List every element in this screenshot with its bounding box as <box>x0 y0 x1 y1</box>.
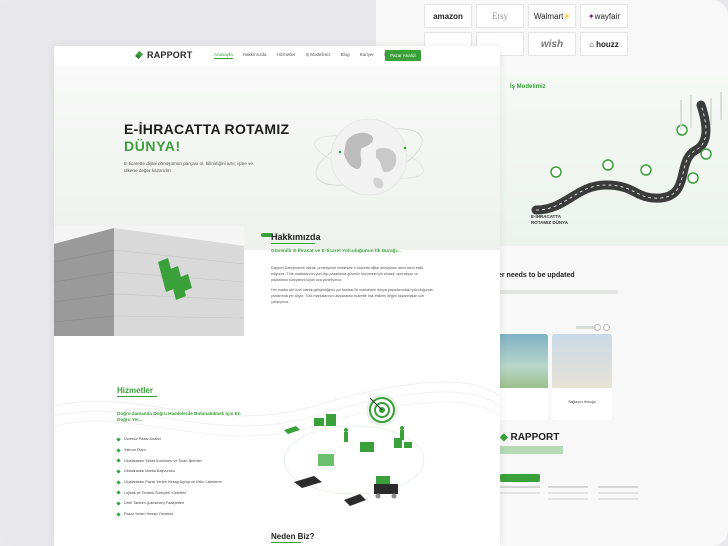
about-title-underline <box>271 243 315 244</box>
services-subtitle: Doğru Zamanda Doğru Hamlelerde Bulunabil… <box>117 411 241 423</box>
service-item[interactable]: Uluslararası Pazar Yerleri Hesap Açılışı… <box>116 477 277 488</box>
logo-text: RAPPORT <box>147 50 193 60</box>
update-notice-title: er needs to be updated <box>498 272 575 279</box>
marketplace-logo-wish: wish <box>528 32 576 56</box>
diamond-bullet-icon <box>116 490 121 495</box>
hero-title-highlight: DÜNYA! <box>124 138 181 154</box>
service-item[interactable]: Yatırım Planı <box>116 445 277 456</box>
blog-card[interactable]: Sağlayıcı Hukuğu <box>552 334 612 420</box>
service-item[interactable]: Lojistik ve Tedarik Süreçleri Yönetimi <box>116 487 277 498</box>
services-title-underline <box>117 396 157 397</box>
why-us-title-underline <box>271 542 301 543</box>
diamond-bullet-icon <box>116 469 121 474</box>
about-description: Rapport Danışmanlık olarak, profesyonel … <box>271 266 433 311</box>
about-title: Hakkımızda <box>271 232 321 242</box>
rapport-logo-icon: ◆ <box>500 432 508 443</box>
blog-section-tag <box>576 326 596 329</box>
top-navigation: RAPPORT Anasayfa Hakkımızda Hizmetler İş… <box>54 46 500 66</box>
blog-card-caption: Sağlayıcı Hukuğu <box>568 400 596 404</box>
update-notice-text <box>498 290 618 294</box>
diamond-bullet-icon <box>116 447 121 453</box>
blog-card-image <box>552 334 612 388</box>
market-analysis-button[interactable]: Pazar Analizi <box>385 50 421 61</box>
services-list: Ücretsiz Pazar Analizi Yatırım Planı Ulu… <box>116 434 277 520</box>
marketplace-logo-houzz: ⌂ houzz <box>580 32 628 56</box>
footer-column <box>548 486 588 500</box>
screenshot-canvas: amazon Etsy Walmart ✳ ✦ wayfair wish ⌂ houz… <box>0 0 728 546</box>
diamond-bullet-icon <box>116 512 121 517</box>
front-page-preview: RAPPORT Anasayfa Hakkımızda Hizmetler İş… <box>54 46 500 546</box>
site-logo[interactable]: RAPPORT <box>134 50 192 60</box>
nav-item-home[interactable]: Anasayfa <box>214 52 233 59</box>
nav-item-business-model[interactable]: İş Modelimiz <box>306 52 331 59</box>
service-item[interactable]: Uluslararası Şirket Kurulumu ve Ticari İ… <box>116 455 277 466</box>
houzz-mark-icon: ⌂ <box>589 39 595 49</box>
marketplace-logo-amazon: amazon <box>424 4 472 28</box>
about-subtitle: Güvenilir E-İhracat ve E-ticaret Yolculu… <box>271 249 401 254</box>
nav-item-about[interactable]: Hakkımızda <box>243 52 267 59</box>
footer-column <box>500 486 540 494</box>
footer-logo: ◆ RAPPORT <box>500 432 560 443</box>
about-paragraph: Rapport Danışmanlık olarak, profesyonel … <box>271 266 424 282</box>
rapport-logo-icon <box>135 51 143 59</box>
footer-tagline <box>500 446 590 454</box>
carousel-next-button[interactable] <box>603 324 610 331</box>
service-item[interactable]: Ürün Tanıtım (Lansman) Faaliyetleri <box>116 498 277 509</box>
marketplace-logo-walmart: Walmart ✳ <box>528 4 576 28</box>
about-paragraph: Her marka için özel olarak geliştirdiğim… <box>271 288 433 304</box>
globe-illustration <box>314 118 424 196</box>
diamond-bullet-icon <box>116 458 121 463</box>
nav-item-blog[interactable]: Blog <box>341 52 350 59</box>
footer-column <box>598 486 638 500</box>
diamond-bullet-icon <box>116 437 121 442</box>
main-menu: Anasayfa Hakkımızda Hizmetler İş Modelim… <box>214 52 408 59</box>
diamond-bullet-icon <box>116 479 121 485</box>
footer-cta-button[interactable] <box>500 474 540 482</box>
hero-section: E-İHRACATTA ROTAMIZ DÜNYA! E-ticarette d… <box>54 66 500 250</box>
service-item[interactable]: Ücretsiz Pazar Analizi <box>116 434 277 445</box>
service-item[interactable]: Pazar Yerleri Hesap Yönetimi <box>116 509 277 520</box>
carousel-prev-button[interactable] <box>594 324 601 331</box>
nav-item-services[interactable]: Hizmetler <box>277 52 296 59</box>
hero-subtitle: E-ticarette dijital dönüşümün parçası ol… <box>124 161 253 174</box>
hero-title: E-İHRACATTA ROTAMIZ <box>124 121 290 137</box>
ecommerce-isometric-illustration <box>283 394 425 506</box>
services-title: Hizmetler <box>117 386 154 395</box>
diamond-bullet-icon <box>116 501 121 506</box>
wayfair-mark-icon: ✦ <box>587 11 595 21</box>
office-building-image <box>54 226 244 346</box>
nav-item-career[interactable]: Kariyer <box>360 52 374 59</box>
marketplace-logo-wayfair: ✦ wayfair <box>580 4 628 28</box>
service-item[interactable]: Uluslararası Marka Başvurusu <box>116 466 277 477</box>
walmart-spark-icon: ✳ <box>563 11 571 21</box>
roadmap-label: E-İHRACATTA ROTAMIZ DÜNYA <box>531 214 568 225</box>
why-us-title: Neden Biz? <box>271 532 315 541</box>
marketplace-logo-etsy: Etsy <box>476 4 524 28</box>
